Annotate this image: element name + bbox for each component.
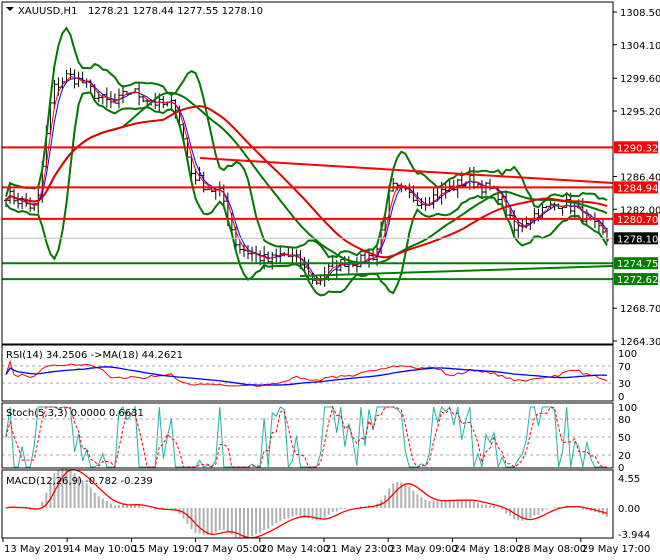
trendline-red [199,157,614,184]
price-panel [2,26,614,297]
panel-frame [1,1,614,345]
price-tick-label: 1308.50 [620,8,660,19]
level-tag-label: 1278.10 [617,234,658,245]
level-tag-label: 1284.94 [617,183,658,194]
macd-tick: 4.55 [618,474,640,485]
trendline-green [299,265,614,277]
rsi-tick: 30 [618,379,631,390]
chart-canvas[interactable]: 1290.32 1284.94 1280.70 1278.10 1274.75 1272.… [0,0,660,560]
time-label: 15 May 19:00 [132,544,201,555]
price-tick-label: 1299.60 [620,74,660,85]
rsi-tick: 70 [618,362,631,373]
time-label: 23 May 09:00 [389,544,458,555]
price-tick-label: 1295.20 [620,107,660,118]
time-label: 24 May 18:00 [453,544,522,555]
stoch-tick: 80 [618,415,631,426]
time-label: 20 May 14:00 [261,544,330,555]
rsi-panel [2,359,613,387]
symbol-label: XAUUSD,H1 [18,6,77,17]
price-tick-label: 1286.40 [620,173,660,184]
level-tag-label: 1272.62 [617,275,658,286]
stoch-tick: 20 [618,451,631,462]
stoch-tick: 50 [618,433,631,444]
level-tag-label: 1280.70 [617,215,658,226]
time-label: 14 May 10:00 [68,544,137,555]
stoch-label: Stoch(5,3,3) 0.0000 0.6631 [6,408,144,419]
trading-chart[interactable]: 1290.32 1284.94 1280.70 1278.10 1274.75 1272.… [0,0,660,560]
price-tick-label: 1268.70 [620,304,660,315]
time-label: 13 May 2019 [4,544,69,555]
time-label: 28 May 08:00 [518,544,587,555]
ma-blue [5,77,608,281]
macd-tick: 0.00 [618,504,640,515]
macd-label: MACD(12,26,9) -0.782 -0.239 [6,476,153,487]
rsi-ma-line [5,366,608,386]
macd-tick: -3.944 [618,530,650,541]
price-tick-label: 1264.30 [620,337,660,348]
rsi-tick: 100 [618,349,637,360]
stoch-tick: 0 [618,463,624,474]
rsi-tick: 0 [618,392,624,403]
time-label: 29 May 17:00 [582,544,651,555]
bollinger-lower [5,91,608,297]
level-tag-label: 1274.75 [617,259,658,270]
stoch-tick: 100 [618,403,637,414]
dropdown-triangle-icon[interactable] [6,7,14,11]
price-tick-label: 1304.10 [620,41,660,52]
price-tick-label: 1282.00 [620,205,660,216]
ma-red [5,105,608,259]
level-tag-label: 1290.32 [617,143,658,154]
time-label: 17 May 05:00 [197,544,266,555]
ma-fast [5,76,608,282]
rsi-label: RSI(14) 34.2506 ->MA(18) 44.2621 [6,350,183,361]
time-label: 21 May 23:00 [325,544,394,555]
ohlc-readout: 1278.21 1278.44 1277.55 1278.10 [88,6,263,17]
